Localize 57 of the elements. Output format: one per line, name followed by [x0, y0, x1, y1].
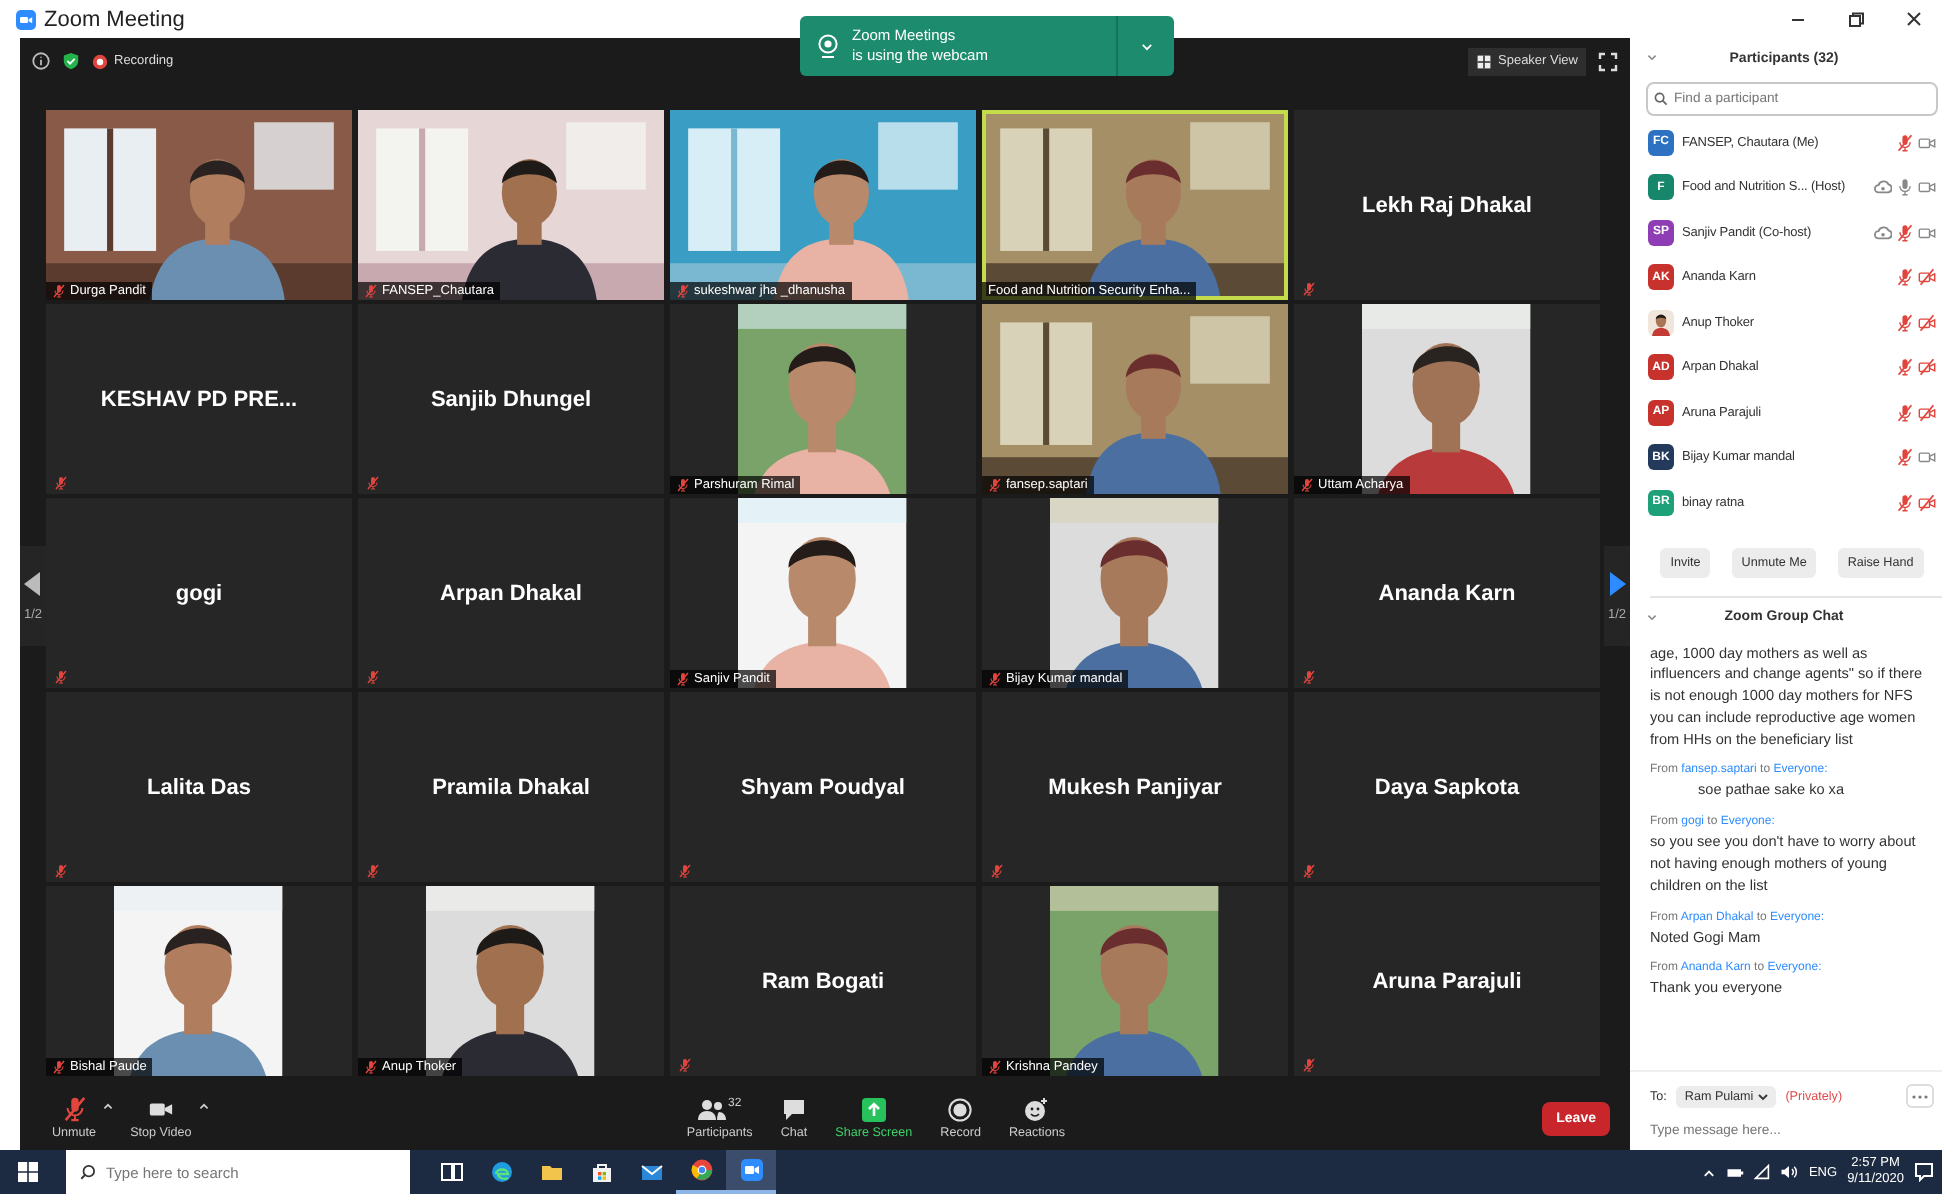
caret-icon[interactable] — [102, 1100, 115, 1112]
participant-name: Aruna Parajuli — [1372, 969, 1522, 993]
participant-name: Pramila Dhakal — [432, 775, 590, 799]
video-camera-icon — [739, 1158, 763, 1182]
network-icon[interactable] — [1754, 1164, 1771, 1180]
more-icon — [1912, 1093, 1928, 1099]
participant-name: Daya Sapkota — [1374, 775, 1520, 799]
chevron-icon[interactable] — [1139, 39, 1153, 53]
participant-name: Ram Bogati — [761, 969, 885, 993]
chat-bubble-icon — [781, 1097, 806, 1121]
task-view-icon — [439, 1160, 463, 1184]
recording-dot-icon — [92, 53, 108, 69]
windows-logo-icon — [18, 1162, 38, 1182]
browser-circle-icon — [689, 1158, 713, 1182]
taskbar-app-button[interactable] — [726, 1150, 776, 1194]
caret-icon[interactable] — [197, 1100, 210, 1112]
notification-icon[interactable] — [1914, 1162, 1934, 1182]
participant-name: Shyam Poudyal — [741, 775, 905, 799]
participant-name: KESHAV PD PRE... — [100, 387, 298, 411]
caret-icon — [1757, 1091, 1768, 1101]
recording-icon — [1874, 223, 1892, 242]
window-title: Zoom Meeting — [44, 7, 185, 31]
participant-name: Ananda Karn — [1378, 581, 1516, 605]
participant-name: Mukesh Panjiyar — [1048, 775, 1222, 799]
chevron-icon — [1646, 52, 1658, 64]
participant-name: Sanjib Dhungel — [430, 387, 592, 411]
person-avatar-icon — [1648, 309, 1674, 336]
search-icon — [80, 1164, 96, 1180]
share-screen-icon — [861, 1097, 886, 1121]
record-icon — [948, 1097, 973, 1121]
chevron-icon — [1646, 611, 1658, 623]
participant-name: Lekh Raj Dhakal — [1362, 193, 1532, 217]
right-arrow-icon — [1608, 571, 1626, 595]
folder-icon — [539, 1160, 563, 1184]
speaker-icon[interactable] — [1780, 1164, 1799, 1180]
envelope-icon — [639, 1160, 663, 1184]
recording-icon — [1874, 178, 1892, 197]
app-logo-icon — [16, 9, 36, 29]
participant-name: gogi — [175, 581, 223, 605]
participant-name: Arpan Dhakal — [440, 581, 582, 605]
search-icon — [1654, 92, 1668, 106]
people-icon — [698, 1097, 727, 1121]
grid-icon — [1476, 53, 1492, 69]
info-icon — [32, 52, 50, 70]
battery-icon[interactable] — [1726, 1165, 1745, 1179]
restore-icon[interactable] — [1845, 9, 1865, 29]
close-icon[interactable] — [1903, 9, 1923, 29]
swirl-icon — [489, 1160, 513, 1184]
participant-name: Lalita Das — [147, 775, 251, 799]
shopping-bag-icon — [589, 1160, 613, 1184]
shield-icon — [62, 52, 80, 70]
webcam-icon — [816, 34, 840, 58]
mic-muted-icon — [61, 1096, 88, 1122]
left-arrow-icon — [24, 571, 42, 595]
caret-up-icon[interactable] — [1702, 1165, 1717, 1179]
fullscreen-icon[interactable] — [1598, 51, 1618, 71]
smiley-plus-icon — [1024, 1097, 1049, 1121]
